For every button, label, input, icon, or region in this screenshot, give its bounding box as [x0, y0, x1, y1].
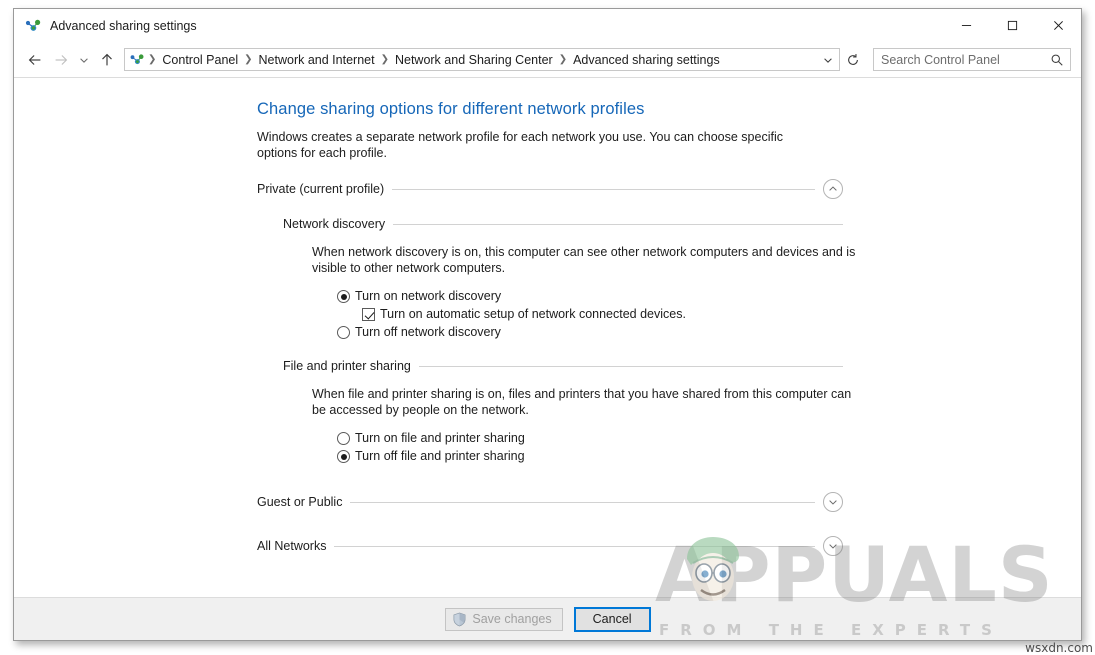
section-header-network-discovery: Network discovery: [283, 217, 843, 231]
options-file-and-printer-sharing: Turn on file and printer sharing Turn of…: [337, 430, 1081, 465]
breadcrumb-advanced-sharing-settings[interactable]: Advanced sharing settings: [570, 53, 723, 67]
search-box[interactable]: [873, 48, 1071, 71]
divider-line: [334, 545, 815, 547]
option-label: Turn off network discovery: [355, 325, 501, 339]
section-label: File and printer sharing: [283, 359, 411, 373]
forward-arrow-icon: [48, 47, 74, 73]
divider-line: [350, 501, 815, 503]
content-inner: Change sharing options for different net…: [14, 78, 1081, 556]
option-turn-off-network-discovery[interactable]: Turn off network discovery: [337, 324, 1081, 341]
radio-button[interactable]: [337, 450, 350, 463]
address-chevron-down-icon[interactable]: [817, 49, 839, 70]
window-controls: [943, 9, 1081, 42]
recent-locations-chevron-down-icon[interactable]: [74, 47, 94, 73]
breadcrumb-control-panel[interactable]: Control Panel: [159, 53, 241, 67]
option-turn-on-file-and-printer-sharing[interactable]: Turn on file and printer sharing: [337, 430, 1081, 447]
uac-shield-icon: [452, 612, 467, 627]
cancel-button[interactable]: Cancel: [573, 606, 651, 632]
option-automatic-setup[interactable]: Turn on automatic setup of network conne…: [362, 306, 1081, 323]
breadcrumb-separator: ❯: [558, 54, 568, 65]
up-arrow-icon[interactable]: [94, 47, 120, 73]
minimize-button[interactable]: [943, 9, 989, 42]
radio-button[interactable]: [337, 290, 350, 303]
profile-header-all-networks[interactable]: All Networks: [257, 536, 843, 556]
breadcrumb-separator: ❯: [380, 54, 389, 65]
breadcrumb-network-and-sharing-center[interactable]: Network and Sharing Center: [392, 53, 556, 67]
radio-button[interactable]: [337, 432, 350, 445]
profile-header-guest-or-public[interactable]: Guest or Public: [257, 492, 843, 512]
option-turn-off-file-and-printer-sharing[interactable]: Turn off file and printer sharing: [337, 448, 1081, 465]
breadcrumb-separator: ❯: [244, 54, 253, 65]
refresh-icon[interactable]: [841, 48, 865, 71]
search-icon[interactable]: [1044, 49, 1070, 70]
chevron-down-circle-icon[interactable]: [823, 492, 843, 512]
back-arrow-icon[interactable]: [22, 47, 48, 73]
profile-label-private: Private (current profile): [257, 182, 385, 196]
advanced-sharing-settings-window: Advanced sharing settings ❯ Control Pane…: [13, 8, 1082, 641]
option-turn-on-network-discovery[interactable]: Turn on network discovery: [337, 288, 1081, 305]
option-label: Turn on network discovery: [355, 289, 502, 303]
maximize-button[interactable]: [989, 9, 1035, 42]
search-input[interactable]: [874, 51, 1044, 68]
navigation-bar: ❯ Control Panel ❯ Network and Internet ❯…: [14, 42, 1081, 77]
save-changes-label: Save changes: [472, 612, 552, 626]
options-network-discovery: Turn on network discovery Turn on automa…: [337, 288, 1081, 341]
content-pane: Change sharing options for different net…: [14, 77, 1081, 597]
breadcrumb-network-and-internet[interactable]: Network and Internet: [256, 53, 378, 67]
button-bar: Save changes Cancel: [14, 597, 1081, 640]
network-sharing-icon: [24, 17, 42, 35]
profile-header-private[interactable]: Private (current profile): [257, 179, 843, 199]
chevron-down-circle-icon[interactable]: [823, 536, 843, 556]
close-button[interactable]: [1035, 9, 1081, 42]
radio-button[interactable]: [337, 326, 350, 339]
page-intro-text: Windows creates a separate network profi…: [257, 130, 783, 160]
section-header-file-and-printer-sharing: File and printer sharing: [283, 359, 843, 373]
profile-label-guest-or-public: Guest or Public: [257, 495, 343, 509]
section-label: Network discovery: [283, 217, 386, 231]
option-label: Turn on automatic setup of network conne…: [380, 307, 686, 321]
option-label: Turn off file and printer sharing: [355, 449, 525, 463]
cancel-label: Cancel: [592, 612, 632, 626]
title-bar: Advanced sharing settings: [14, 9, 1081, 42]
profile-label-all-networks: All Networks: [257, 539, 327, 553]
checkbox[interactable]: [362, 308, 375, 321]
address-bar[interactable]: ❯ Control Panel ❯ Network and Internet ❯…: [124, 48, 840, 71]
watermark-domain: wsxdn.com: [1025, 641, 1093, 655]
breadcrumb-network-icon: [129, 52, 145, 68]
divider-line: [418, 365, 843, 367]
breadcrumb-separator: ❯: [148, 54, 157, 65]
option-label: Turn on file and printer sharing: [355, 431, 525, 445]
save-changes-button[interactable]: Save changes: [445, 607, 563, 631]
page-title: Change sharing options for different net…: [257, 100, 645, 118]
screenshot-root: Advanced sharing settings ❯ Control Pane…: [0, 0, 1095, 655]
divider-line: [393, 223, 843, 225]
section-description-network-discovery: When network discovery is on, this compu…: [312, 245, 856, 275]
divider-line: [392, 188, 815, 190]
chevron-up-circle-icon[interactable]: [823, 179, 843, 199]
section-description-file-and-printer-sharing: When file and printer sharing is on, fil…: [312, 387, 852, 417]
window-title: Advanced sharing settings: [50, 18, 197, 33]
